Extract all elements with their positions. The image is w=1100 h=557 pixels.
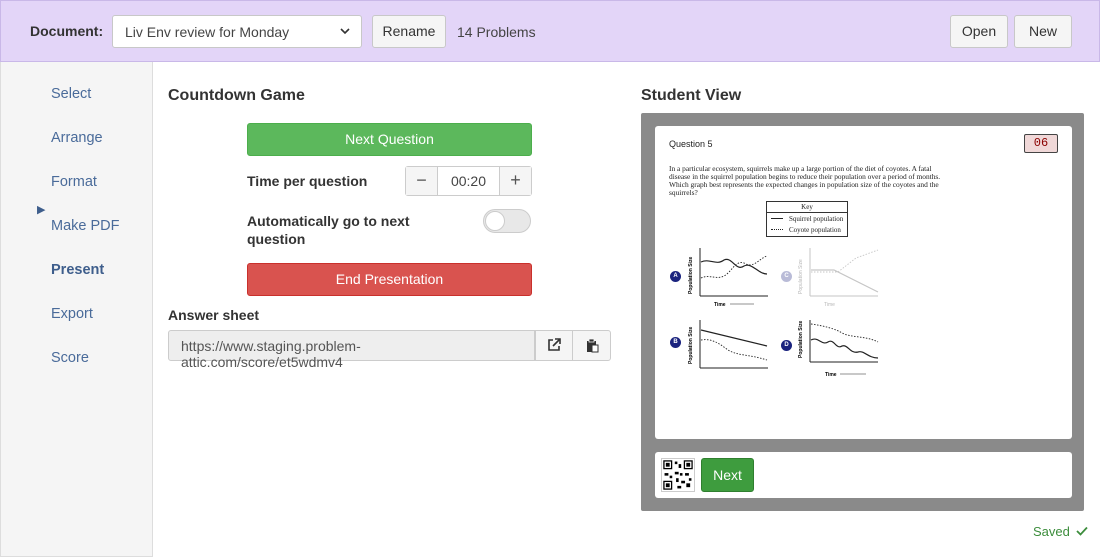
sidebar-item-format[interactable]: Format xyxy=(51,174,97,190)
graph-c-y-label: Population Size xyxy=(798,259,804,294)
end-presentation-button[interactable]: End Presentation xyxy=(247,263,532,296)
graph-a-x-label: Time xyxy=(714,302,726,308)
chevron-down-icon xyxy=(340,28,350,35)
countdown-title: Countdown Game xyxy=(168,87,305,104)
auto-next-label: Automatically go to next question xyxy=(247,213,410,247)
graph-d-x-label: Time xyxy=(825,372,837,378)
graph-c-x-label: Time xyxy=(824,302,835,308)
active-arrow-icon: ▶ xyxy=(37,204,46,216)
external-link-icon xyxy=(548,338,561,351)
time-per-question-label: Time per question xyxy=(247,173,368,189)
saved-text: Saved xyxy=(1033,524,1070,539)
rename-button[interactable]: Rename xyxy=(372,15,446,48)
new-button[interactable]: New xyxy=(1014,15,1072,48)
qr-code-icon[interactable] xyxy=(661,458,695,492)
sidebar-item-score[interactable]: Score xyxy=(51,350,89,366)
toggle-knob xyxy=(485,211,505,231)
graph-d-y-label: Population Size xyxy=(798,321,804,358)
sidebar-item-arrange[interactable]: Arrange xyxy=(51,130,103,146)
key-squirrel: Squirrel population xyxy=(789,214,844,223)
sidebar-item-export[interactable]: Export xyxy=(51,306,93,322)
time-value[interactable]: 00:20 xyxy=(437,167,500,195)
increment-button[interactable]: + xyxy=(500,167,531,195)
key-coyote: Coyote population xyxy=(789,225,841,234)
sidebar-item-present[interactable]: Present xyxy=(51,262,104,278)
open-button[interactable]: Open xyxy=(950,15,1008,48)
check-icon xyxy=(1075,526,1088,536)
question-text: In a particular ecosystem, squirrels mak… xyxy=(669,164,941,197)
answer-sheet-label: Answer sheet xyxy=(168,307,260,323)
copy-link-button[interactable] xyxy=(572,330,611,361)
option-b[interactable]: B xyxy=(670,337,681,348)
question-title: Question 5 xyxy=(669,139,713,149)
saved-status: Saved xyxy=(1033,524,1088,539)
answer-sheet-url-field[interactable]: https://www.staging.problem-attic.com/sc… xyxy=(168,330,535,370)
next-question-button[interactable]: Next Question xyxy=(247,123,532,156)
option-c[interactable]: C xyxy=(781,271,792,282)
document-select-value: Liv Env review for Monday xyxy=(125,24,290,40)
graph-a-y-label: Population Size xyxy=(688,257,694,294)
graph-d[interactable]: Population Size Time xyxy=(798,320,879,378)
graph-b[interactable]: Population Size xyxy=(688,320,768,369)
student-next-button[interactable]: Next xyxy=(701,458,754,492)
graph-b-y-label: Population Size xyxy=(688,327,694,364)
auto-next-toggle[interactable] xyxy=(483,209,531,233)
sidebar-item-select[interactable]: Select xyxy=(51,86,91,102)
clipboard-icon xyxy=(586,338,598,353)
graph-c[interactable]: Population Size Time xyxy=(798,248,879,308)
countdown-timer: 06 xyxy=(1024,134,1058,153)
document-select[interactable]: Liv Env review for Monday xyxy=(112,15,362,48)
time-stepper: − 00:20 + xyxy=(405,166,532,196)
graph-key: Key Squirrel population Coyote populatio… xyxy=(766,201,848,237)
graph-a[interactable]: Population Size Time xyxy=(688,248,768,308)
answer-graphs: Population Size Time Population Size Tim… xyxy=(688,248,879,378)
document-toolbar: Document: Liv Env review for Monday Rena… xyxy=(0,0,1100,62)
problem-count: 14 Problems xyxy=(457,24,536,40)
decrement-button[interactable]: − xyxy=(406,167,437,195)
option-a[interactable]: A xyxy=(670,271,681,282)
student-view-title: Student View xyxy=(641,87,742,104)
option-d[interactable]: D xyxy=(781,340,792,351)
open-link-button[interactable] xyxy=(535,330,573,361)
sidebar-item-make-pdf[interactable]: Make PDF xyxy=(51,218,120,234)
key-title: Key xyxy=(767,202,847,213)
document-label: Document: xyxy=(30,23,104,39)
